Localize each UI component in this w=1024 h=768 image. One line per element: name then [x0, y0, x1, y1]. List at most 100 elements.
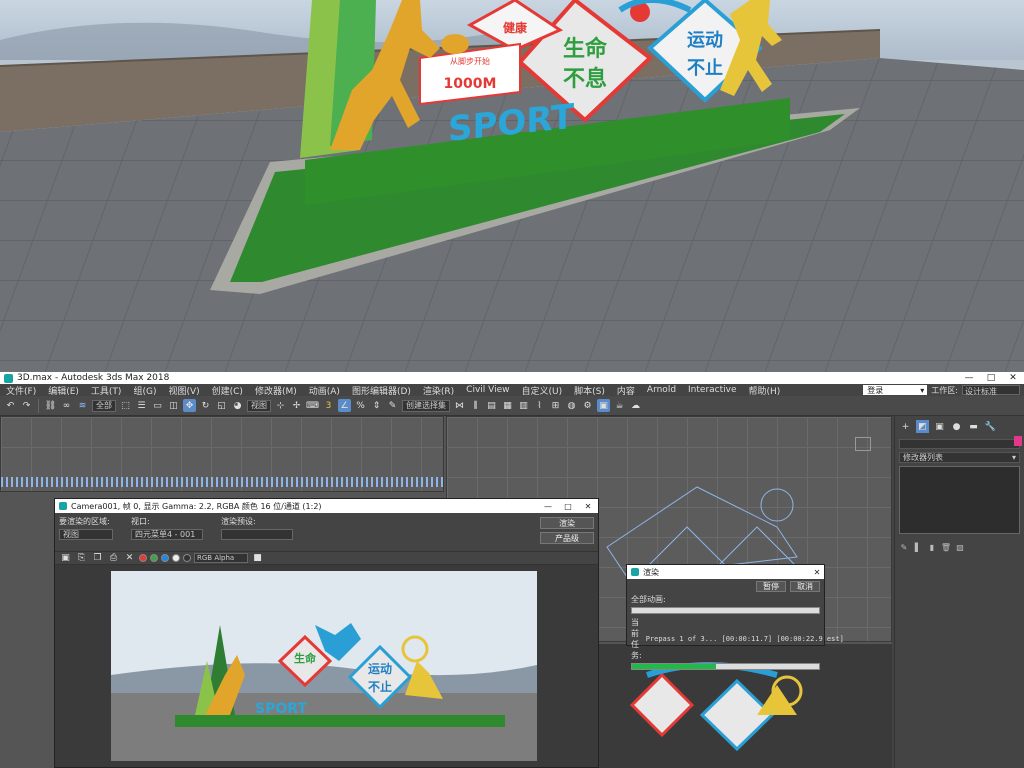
render-area-select[interactable]: 视图 — [59, 529, 113, 540]
cancel-button[interactable]: 取消 — [790, 581, 820, 592]
menu-help[interactable]: 帮助(H) — [743, 384, 787, 397]
render-maximize-button[interactable]: □ — [558, 502, 578, 511]
bind-space-warp-icon[interactable]: ≋ — [76, 399, 89, 412]
menu-create[interactable]: 创建(C) — [206, 384, 249, 397]
remove-modifier-icon[interactable]: 🗑 — [941, 542, 951, 552]
modifier-list-select[interactable]: 修改器列表 ▾ — [899, 452, 1020, 463]
maximize-button[interactable]: □ — [980, 373, 1002, 383]
menu-scripting[interactable]: 脚本(S) — [568, 384, 611, 397]
undo-icon[interactable]: ↶ — [4, 399, 17, 412]
copy-image-icon[interactable]: ⎘ — [75, 552, 88, 565]
menu-edit[interactable]: 编辑(E) — [42, 384, 85, 397]
blue-channel-toggle[interactable] — [161, 554, 169, 562]
login-dropdown[interactable]: 登录 ▾ — [863, 385, 928, 395]
select-by-name-icon[interactable]: ☰ — [135, 399, 148, 412]
menu-modifiers[interactable]: 修改器(M) — [249, 384, 303, 397]
link-icon[interactable]: ⛓ — [44, 399, 57, 412]
clone-window-icon[interactable]: ❐ — [91, 552, 104, 565]
configure-modifier-sets-icon[interactable]: ▧ — [955, 542, 965, 552]
reference-coordinate-select[interactable]: 视图 — [247, 399, 271, 412]
channel-select[interactable]: RGB Alpha — [194, 553, 248, 563]
menu-rendering[interactable]: 渲染(R) — [417, 384, 460, 397]
modify-tab-icon[interactable]: ◩ — [916, 420, 929, 433]
render-button[interactable]: 渲染 — [540, 517, 594, 529]
menu-content[interactable]: 内容 — [611, 384, 641, 397]
menu-animation[interactable]: 动画(A) — [303, 384, 346, 397]
viewport-top-left[interactable] — [0, 416, 444, 492]
angle-snap-icon[interactable]: ∠ — [338, 399, 351, 412]
menu-customize[interactable]: 自定义(U) — [516, 384, 569, 397]
spinner-snap-icon[interactable]: ⇕ — [370, 399, 383, 412]
scene-explorer-icon[interactable]: ▤ — [485, 399, 498, 412]
progress-close-icon[interactable]: ✕ — [810, 568, 824, 577]
ribbon-icon[interactable]: ▥ — [517, 399, 530, 412]
color-swatch-icon[interactable]: ■ — [251, 552, 264, 565]
pause-button[interactable]: 暂停 — [756, 581, 786, 592]
render-production-icon[interactable]: ☕ — [613, 399, 626, 412]
material-editor-icon[interactable]: ◍ — [565, 399, 578, 412]
menu-file[interactable]: 文件(F) — [0, 384, 42, 397]
menu-tools[interactable]: 工具(T) — [85, 384, 128, 397]
select-manipulate-icon[interactable]: ✢ — [290, 399, 303, 412]
menu-graph-editors[interactable]: 图形编辑器(D) — [346, 384, 417, 397]
schematic-view-icon[interactable]: ⊞ — [549, 399, 562, 412]
render-minimize-button[interactable]: — — [538, 502, 558, 511]
modifier-stack[interactable] — [899, 466, 1020, 534]
pin-stack-icon[interactable]: ✎ — [899, 542, 909, 552]
menu-interactive[interactable]: Interactive — [682, 385, 742, 395]
select-object-icon[interactable]: ⬚ — [119, 399, 132, 412]
rect-selection-icon[interactable]: ▭ — [151, 399, 164, 412]
render-in-cloud-icon[interactable]: ☁ — [629, 399, 642, 412]
mirror-icon[interactable]: ⋈ — [453, 399, 466, 412]
object-name-field[interactable] — [899, 439, 1020, 449]
layer-explorer-icon[interactable]: ▦ — [501, 399, 514, 412]
render-preset-select[interactable] — [221, 529, 293, 540]
green-channel-toggle[interactable] — [150, 554, 158, 562]
snaps-toggle-icon[interactable]: 3 — [322, 399, 335, 412]
make-unique-icon[interactable]: ▮ — [927, 542, 937, 552]
render-close-button[interactable]: ✕ — [578, 502, 598, 511]
named-selection-select[interactable]: 创建选择集 — [402, 399, 450, 412]
place-icon[interactable]: ◕ — [231, 399, 244, 412]
menu-civil-view[interactable]: Civil View — [460, 385, 515, 395]
unlink-icon[interactable]: ∞ — [60, 399, 73, 412]
scale-icon[interactable]: ◱ — [215, 399, 228, 412]
render-setup-icon[interactable]: ⚙ — [581, 399, 594, 412]
close-button[interactable]: ✕ — [1002, 373, 1024, 383]
production-select[interactable]: 产品级 — [540, 532, 594, 544]
red-channel-toggle[interactable] — [139, 554, 147, 562]
show-end-result-icon[interactable]: ▌ — [913, 542, 923, 552]
workspace-select[interactable]: 设计标准 — [962, 385, 1020, 396]
menu-group[interactable]: 组(G) — [127, 384, 162, 397]
render-button-group: 渲染 产品级 — [540, 517, 594, 544]
viewcube-icon[interactable] — [855, 437, 871, 451]
alpha-channel-toggle[interactable] — [172, 554, 180, 562]
minimize-button[interactable]: — — [958, 373, 980, 383]
align-icon[interactable]: ⫼ — [469, 399, 482, 412]
window-crossing-icon[interactable]: ◫ — [167, 399, 180, 412]
display-tab-icon[interactable]: ▬ — [967, 420, 980, 433]
clear-icon[interactable]: ✕ — [123, 552, 136, 565]
selection-filter-select[interactable]: 全部 — [92, 399, 116, 412]
save-image-icon[interactable]: ▣ — [59, 552, 72, 565]
move-icon[interactable]: ✥ — [183, 399, 196, 412]
percent-snap-icon[interactable]: % — [354, 399, 367, 412]
pivot-icon[interactable]: ⊹ — [274, 399, 287, 412]
menu-arnold[interactable]: Arnold — [641, 385, 682, 395]
object-color-swatch[interactable] — [1014, 436, 1022, 446]
render-viewport-select[interactable]: 四元菜单4 - 001 — [131, 529, 203, 540]
keyboard-shortcut-icon[interactable]: ⌨ — [306, 399, 319, 412]
utilities-tab-icon[interactable]: 🔧 — [984, 420, 997, 433]
menu-views[interactable]: 视图(V) — [162, 384, 205, 397]
print-icon[interactable]: ⎙ — [107, 552, 120, 565]
rotate-icon[interactable]: ↻ — [199, 399, 212, 412]
motion-tab-icon[interactable]: ● — [950, 420, 963, 433]
redo-icon[interactable]: ↷ — [20, 399, 33, 412]
hierarchy-tab-icon[interactable]: ▣ — [933, 420, 946, 433]
create-tab-icon[interactable]: + — [899, 420, 912, 433]
edit-named-selection-icon[interactable]: ✎ — [386, 399, 399, 412]
svg-text:运动: 运动 — [687, 30, 723, 51]
rendered-frame-window-icon[interactable]: ▣ — [597, 399, 610, 412]
mono-toggle[interactable] — [183, 554, 191, 562]
curve-editor-icon[interactable]: ⌇ — [533, 399, 546, 412]
